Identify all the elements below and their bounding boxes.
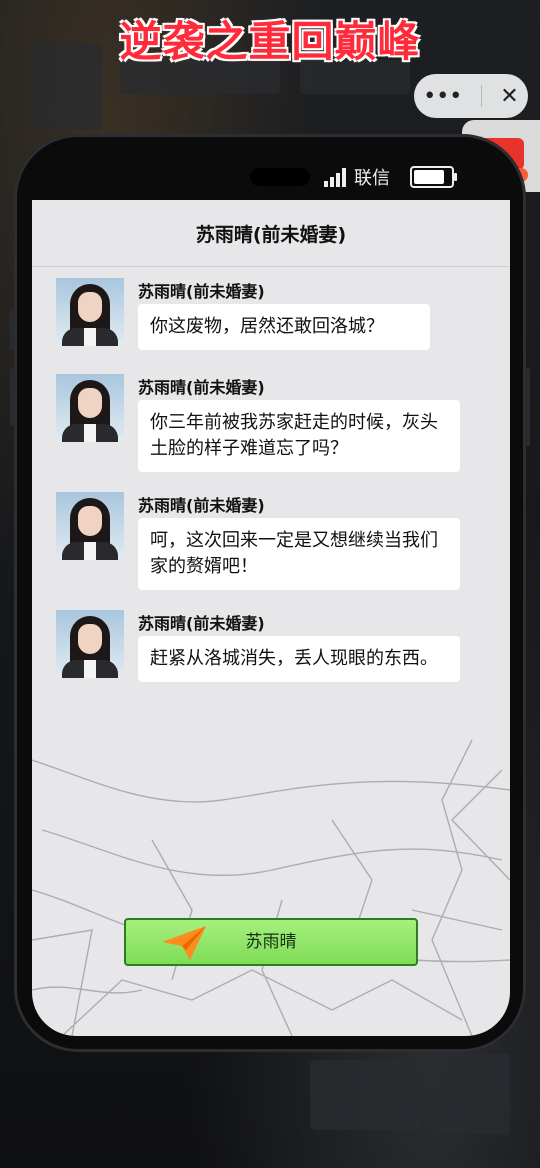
reply-button[interactable]: 苏雨晴 (124, 918, 418, 966)
phone-side-button (10, 368, 15, 426)
message-bubble: 你这废物，居然还敢回洛城？ (138, 304, 430, 350)
message-bubble: 呵，这次回来一定是又想继续当我们家的赘婿吧！ (138, 518, 460, 590)
avatar (56, 492, 124, 560)
chat-title: 苏雨晴(前未婚妻) (32, 200, 510, 267)
background-block (310, 1060, 420, 1130)
more-options-icon[interactable]: ••• (423, 84, 462, 109)
message-sender: 苏雨晴(前未婚妻) (138, 496, 265, 515)
battery-icon (410, 166, 457, 188)
status-bar: 联信 (324, 164, 457, 190)
avatar (56, 610, 124, 678)
background-block (436, 1054, 510, 1134)
cracked-glass-texture (32, 740, 510, 1036)
signal-icon (324, 167, 346, 187)
miniprogram-capsule: ••• ✕ (414, 74, 528, 118)
phone-side-button (10, 310, 15, 350)
reply-button-label: 苏雨晴 (245, 932, 297, 952)
message-sender: 苏雨晴(前未婚妻) (138, 614, 265, 633)
close-icon[interactable]: ✕ (500, 84, 518, 109)
message-sender: 苏雨晴(前未婚妻) (138, 378, 265, 397)
phone-side-button (525, 368, 530, 446)
avatar (56, 374, 124, 442)
chat-screen: 苏雨晴(前未婚妻) 苏雨晴(前未婚妻) 你这废物，居然还敢回洛城？ 苏雨晴(前未… (32, 200, 510, 1036)
message-sender: 苏雨晴(前未婚妻) (138, 282, 265, 301)
avatar (56, 278, 124, 346)
phone-notch (250, 168, 310, 186)
game-title: 逆袭之重回巅峰 (119, 17, 421, 66)
carrier-label: 联信 (354, 168, 390, 189)
message-bubble: 你三年前被我苏家赶走的时候，灰头土脸的样子难道忘了吗？ (138, 400, 460, 472)
message-bubble: 赶紧从洛城消失，丢人现眼的东西。 (138, 636, 460, 682)
capsule-divider (480, 85, 482, 107)
